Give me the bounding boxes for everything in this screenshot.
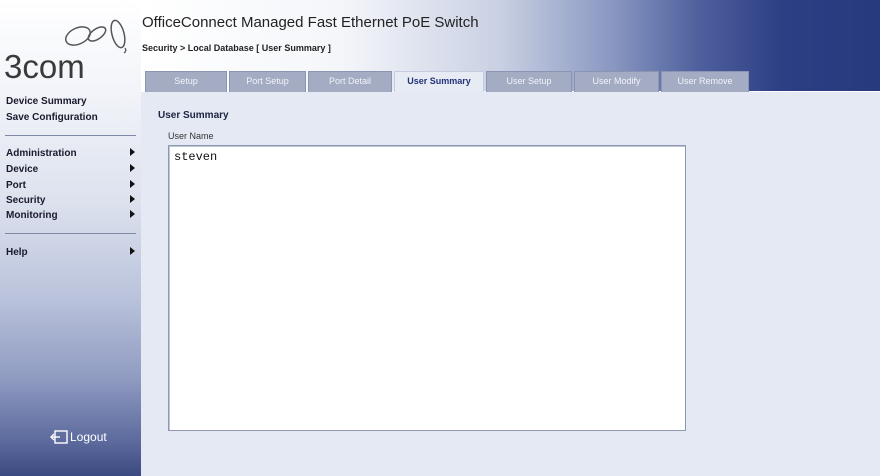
- logo: 3com: [0, 0, 141, 92]
- sidebar-divider: [5, 233, 136, 234]
- arrow-right-icon[interactable]: [130, 195, 135, 203]
- arrow-right-icon[interactable]: [130, 164, 135, 172]
- tab-port-setup[interactable]: Port Setup: [229, 71, 306, 92]
- tab-bar: Setup Port Setup Port Detail User Summar…: [141, 71, 880, 93]
- sidebar: 3com Device Summary Save Configuration A…: [0, 0, 141, 476]
- section-title: User Summary: [158, 110, 229, 121]
- tab-port-detail[interactable]: Port Detail: [308, 71, 392, 92]
- tab-user-modify[interactable]: User Modify: [574, 71, 659, 92]
- content-panel: User Summary User Name steven: [141, 92, 880, 476]
- sidebar-item-help[interactable]: Help: [6, 247, 28, 258]
- tab-user-remove[interactable]: User Remove: [661, 71, 749, 92]
- logout-button[interactable]: Logout: [50, 430, 107, 444]
- logout-label: Logout: [70, 430, 107, 444]
- arrow-right-icon[interactable]: [130, 148, 135, 156]
- logout-icon: [50, 430, 68, 444]
- user-name-list[interactable]: steven: [168, 145, 686, 431]
- sidebar-item-administration[interactable]: Administration: [6, 148, 77, 159]
- tab-user-setup[interactable]: User Setup: [486, 71, 572, 92]
- user-name-label: User Name: [168, 131, 214, 141]
- arrow-right-icon[interactable]: [130, 210, 135, 218]
- sidebar-divider: [5, 135, 136, 136]
- sidebar-item-device[interactable]: Device: [6, 164, 38, 175]
- arrow-right-icon[interactable]: [130, 247, 135, 255]
- page-title: OfficeConnect Managed Fast Ethernet PoE …: [142, 14, 479, 31]
- logo-text: 3com: [4, 48, 85, 85]
- sidebar-item-security[interactable]: Security: [6, 195, 45, 206]
- device-summary-link[interactable]: Device Summary: [6, 96, 87, 107]
- list-item[interactable]: steven: [174, 150, 680, 164]
- tab-setup[interactable]: Setup: [145, 71, 227, 92]
- sidebar-item-port[interactable]: Port: [6, 180, 26, 191]
- save-configuration-link[interactable]: Save Configuration: [6, 112, 98, 123]
- tab-user-summary[interactable]: User Summary: [394, 71, 484, 93]
- arrow-right-icon[interactable]: [130, 180, 135, 188]
- breadcrumb: Security > Local Database [ User Summary…: [142, 43, 331, 53]
- sidebar-item-monitoring[interactable]: Monitoring: [6, 210, 58, 221]
